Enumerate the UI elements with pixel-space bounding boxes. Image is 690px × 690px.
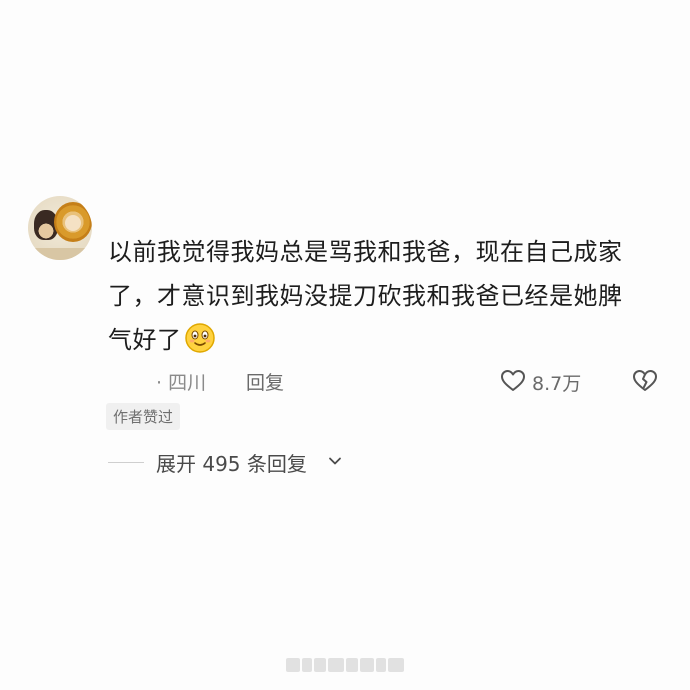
heart-outline-icon: [501, 370, 525, 391]
like-count: 8.7万: [532, 373, 582, 395]
avatar[interactable]: [28, 196, 92, 260]
comment-line-2: 了，才意识到我妈没提刀砍我和我爸已经是她脾: [108, 282, 623, 310]
author-liked-badge: 作者赞过: [106, 403, 181, 430]
expand-replies-label: 展开 495 条回复: [156, 452, 307, 476]
comment-line-3-text: 气好了: [108, 326, 182, 354]
comment-card: 以前我觉得我妈总是骂我和我爸，现在自己成家 了，才意识到我妈没提刀砍我和我爸已经…: [0, 0, 690, 690]
comment-text: 以前我觉得我妈总是骂我和我爸，现在自己成家 了，才意识到我妈没提刀砍我和我爸已经…: [108, 230, 668, 362]
chevron-down-icon: [329, 457, 341, 465]
reply-button[interactable]: 回复: [246, 368, 284, 395]
comment-line-1: 以前我觉得我妈总是骂我和我爸，现在自己成家: [108, 238, 623, 266]
bowl-image: [28, 248, 92, 260]
watermark: [286, 658, 408, 676]
dog-face-image: [65, 215, 81, 231]
comment-line-3: 气好了: [108, 318, 668, 362]
smiling-face-emoji-icon: [184, 323, 215, 353]
divider: [108, 462, 144, 463]
broken-heart-icon[interactable]: [632, 368, 658, 394]
location-text: · 四川: [156, 372, 207, 394]
comment-meta-row: · 四川 回复 8.7万: [108, 366, 664, 396]
